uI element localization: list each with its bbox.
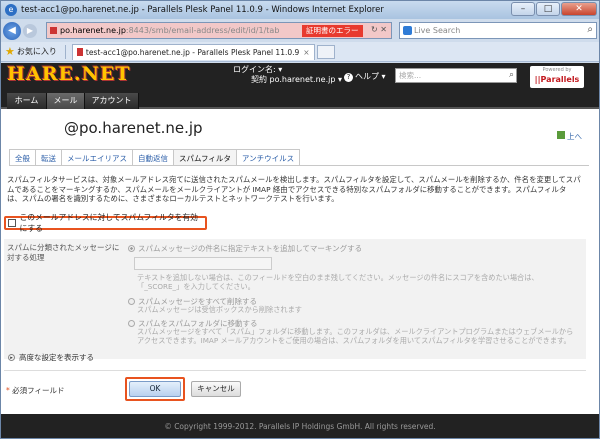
back-button[interactable]: ◀ bbox=[3, 22, 21, 40]
address-bar-row: ◀ ▶ po.harenet.ne.jp :8443/smb/email-add… bbox=[1, 20, 599, 42]
maximize-button[interactable]: □ bbox=[536, 2, 560, 16]
cancel-button[interactable]: キャンセル bbox=[191, 381, 241, 397]
plesk-search-input[interactable]: 検索... ⌕ bbox=[395, 68, 517, 83]
checkbox-box[interactable] bbox=[8, 219, 16, 227]
tab-strip: 全般 転送 メールエイリアス 自動返信 スパムフィルタ アンチウイルス bbox=[9, 149, 301, 166]
harenet-logo[interactable]: HARE.NET bbox=[7, 63, 131, 85]
contract-label: 契約 bbox=[251, 75, 267, 84]
powered-by-label: Powered by bbox=[542, 67, 572, 73]
minimize-button[interactable]: – bbox=[511, 2, 535, 16]
required-note: * 必須フィールド bbox=[6, 385, 65, 396]
tab-auto-reply[interactable]: 自動返信 bbox=[132, 149, 173, 166]
search-icon[interactable]: ⌕ bbox=[509, 69, 514, 82]
radio-mark[interactable] bbox=[128, 245, 135, 252]
spam-action-label: スパムに分類されたメッセージに対する処理 bbox=[7, 243, 120, 262]
nav-home[interactable]: ホーム bbox=[7, 93, 47, 109]
required-asterisk: * bbox=[6, 386, 10, 395]
page-title: @po.harenet.ne.jp bbox=[64, 119, 203, 137]
nav-mail[interactable]: メール bbox=[47, 93, 85, 109]
star-icon: ★ bbox=[5, 45, 15, 58]
tab-mail-aliases[interactable]: メールエイリアス bbox=[61, 149, 132, 166]
ie-icon: e bbox=[5, 4, 17, 16]
browser-tab[interactable]: test-acc1@po.harenet.ne.jp - Parallels P… bbox=[71, 43, 315, 60]
expand-icon: ▸ bbox=[8, 354, 15, 361]
plesk-search-placeholder: 検索... bbox=[399, 71, 422, 80]
help-menu[interactable]: ? ヘルプ ▾ bbox=[344, 71, 386, 82]
forward-button[interactable]: ▶ bbox=[23, 24, 37, 38]
nav-account[interactable]: アカウント bbox=[85, 93, 139, 109]
option-mark-label: スパムメッセージの件名に指定テキストを追加してマーキングする bbox=[138, 244, 363, 253]
page-icon bbox=[50, 27, 57, 34]
radio-move[interactable] bbox=[128, 320, 135, 327]
help-icon: ? bbox=[344, 73, 353, 82]
up-link[interactable]: 上へ bbox=[557, 131, 582, 142]
tab-antivirus[interactable]: アンチウイルス bbox=[235, 149, 301, 166]
address-field[interactable]: po.harenet.ne.jp :8443/smb/email-address… bbox=[46, 22, 392, 39]
advanced-label: 高度な設定を表示する bbox=[19, 353, 94, 362]
parallels-label: ||Parallels bbox=[534, 75, 580, 84]
window-controls: – □ ✕ bbox=[511, 2, 597, 16]
main-nav: ホーム メール アカウント bbox=[1, 93, 599, 109]
tab-title: test-acc1@po.harenet.ne.jp - Parallels P… bbox=[85, 47, 300, 57]
live-search-placeholder: Live Search bbox=[414, 26, 461, 35]
help-label: ヘルプ bbox=[355, 72, 379, 81]
ie-window: e test-acc1@po.harenet.ne.jp - Parallels… bbox=[0, 0, 600, 439]
spam-action-section: スパムに分類されたメッセージに対する処理 スパムメッセージの件名に指定テキストを… bbox=[4, 239, 586, 359]
subject-tag-input[interactable] bbox=[134, 257, 272, 270]
login-info: ログイン名: ▾ 契約 po.harenet.ne.jp ▾ bbox=[233, 65, 342, 85]
tab-forwarding[interactable]: 転送 bbox=[35, 149, 61, 166]
divider bbox=[4, 370, 586, 371]
favorites-label: お気に入り bbox=[16, 47, 57, 56]
window-title: test-acc1@po.harenet.ne.jp - Parallels P… bbox=[21, 5, 384, 15]
tab-spam-filter[interactable]: スパムフィルタ bbox=[173, 149, 236, 166]
login-label: ログイン名: bbox=[233, 65, 276, 74]
live-search-icon bbox=[403, 26, 412, 35]
url-host: po.harenet.ne.jp bbox=[60, 26, 126, 35]
refresh-stop-icons[interactable]: ↻ ✕ bbox=[371, 25, 387, 34]
tab-general[interactable]: 全般 bbox=[9, 149, 35, 166]
option-mark-subject[interactable]: スパムメッセージの件名に指定テキストを追加してマーキングする bbox=[128, 243, 362, 254]
radio-delete[interactable] bbox=[128, 298, 135, 305]
option-move-note: スパムメッセージをすべて「スパム」フォルダに移動します。このフォルダは、メールク… bbox=[137, 327, 574, 346]
up-label: 上へ bbox=[567, 132, 582, 141]
favorites-button[interactable]: ★ お気に入り bbox=[5, 45, 57, 58]
enable-spam-filter-label: このメールアドレスに対してスパムフィルタを有効にする bbox=[19, 213, 198, 233]
divider bbox=[64, 44, 66, 59]
certificate-error-button[interactable]: 証明書のエラー bbox=[302, 25, 363, 37]
footer: © Copyright 1999-2012. Parallels IP Hold… bbox=[1, 414, 599, 438]
required-label: 必須フィールド bbox=[12, 386, 65, 395]
login-dropdown-icon[interactable]: ▾ bbox=[278, 65, 282, 74]
ok-button[interactable]: OK bbox=[129, 381, 181, 397]
powered-by-parallels-logo: Powered by ||Parallels bbox=[530, 66, 584, 88]
plesk-header: HARE.NET ログイン名: ▾ 契約 po.harenet.ne.jp ▾ … bbox=[1, 63, 599, 93]
url-rest: :8443/smb/email-address/edit/id/1/tab bbox=[125, 26, 280, 35]
option-mark-note: テキストを追加しない場合は、このフィールドを空白のまま残してください。メッセージ… bbox=[137, 273, 539, 292]
tab-favicon bbox=[76, 48, 83, 56]
plesk-page: HARE.NET ログイン名: ▾ 契約 po.harenet.ne.jp ▾ … bbox=[1, 63, 599, 438]
contract-value[interactable]: po.harenet.ne.jp bbox=[270, 75, 336, 84]
up-arrow-icon bbox=[557, 131, 565, 139]
enable-spam-filter-checkbox[interactable]: このメールアドレスに対してスパムフィルタを有効にする bbox=[4, 213, 207, 233]
spam-description: スパムフィルタサービスは、対象メールアドレス宛てに送信されたスパムメールを検出し… bbox=[7, 175, 581, 204]
contract-dropdown-icon[interactable]: ▾ bbox=[338, 75, 342, 84]
new-tab-button[interactable] bbox=[316, 44, 335, 59]
show-advanced-link[interactable]: ▸ 高度な設定を表示する bbox=[8, 352, 94, 363]
close-button[interactable]: ✕ bbox=[561, 2, 597, 16]
title-bar: e test-acc1@po.harenet.ne.jp - Parallels… bbox=[1, 1, 599, 19]
option-delete-note: スパムメッセージは受信ボックスから削除されます bbox=[137, 305, 302, 314]
divider bbox=[9, 165, 589, 166]
live-search-input[interactable]: Live Search ⌕ bbox=[399, 22, 597, 39]
tab-close-icon[interactable]: × bbox=[303, 48, 309, 57]
ok-highlight: OK bbox=[125, 377, 185, 401]
search-icon[interactable]: ⌕ bbox=[587, 24, 593, 35]
favorites-bar: ★ お気に入り test-acc1@po.harenet.ne.jp - Para… bbox=[1, 42, 599, 62]
